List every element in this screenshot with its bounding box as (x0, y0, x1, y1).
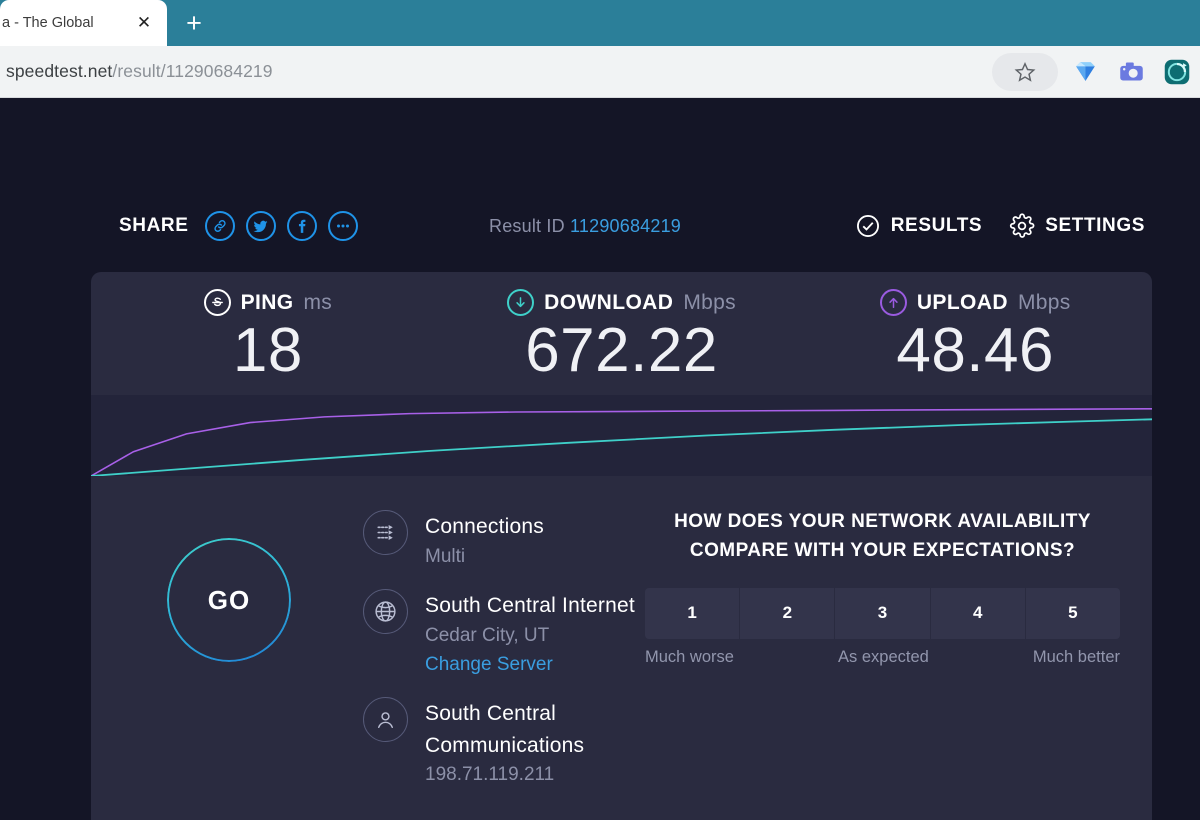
camera-icon[interactable] (1108, 46, 1154, 98)
download-series-line (91, 419, 1152, 476)
results-label: RESULTS (891, 215, 982, 237)
metric-unit: ms (304, 291, 333, 315)
metric-unit: Mbps (683, 291, 736, 315)
url-path: /result/11290684219 (112, 61, 272, 82)
metric-unit: Mbps (1018, 291, 1071, 315)
result-id-label: Result ID (489, 216, 565, 236)
change-server-link[interactable]: Change Server (425, 650, 635, 679)
result-id-value[interactable]: 11290684219 (570, 216, 681, 236)
rating-label-low: Much worse (645, 648, 734, 667)
result-topbar: SHARE (0, 198, 1200, 254)
server-location: Cedar City, UT (425, 622, 635, 651)
rating-label-high: Much better (1033, 648, 1120, 667)
isp-name-line2: Communications (425, 730, 584, 762)
server-row: South Central Internet Cedar City, UT Ch… (363, 589, 635, 679)
result-card: PING ms 18 DOWNLOAD Mbps 672.22 (91, 272, 1152, 820)
ping-icon (204, 289, 231, 316)
rating-labels: Much worse As expected Much better (645, 648, 1120, 667)
gear-icon (1009, 213, 1035, 239)
rating-button-2[interactable]: 2 (740, 588, 835, 639)
share-group: SHARE (119, 211, 358, 241)
address-bar[interactable]: speedtest.net/result/11290684219 (0, 46, 992, 98)
left-column: GO Connections (91, 476, 635, 820)
facebook-icon[interactable] (287, 211, 317, 241)
settings-button[interactable]: SETTINGS (1009, 213, 1145, 239)
metric-name: PING (241, 291, 294, 315)
browser-toolbar: speedtest.net/result/11290684219 (0, 46, 1200, 98)
metric-name: DOWNLOAD (544, 291, 673, 315)
connection-info: Connections Multi (363, 508, 635, 820)
connections-title: Connections (425, 511, 544, 543)
twitter-icon[interactable] (246, 211, 276, 241)
settings-label: SETTINGS (1045, 215, 1145, 237)
close-icon[interactable]: ✕ (131, 10, 157, 36)
bookmark-button[interactable] (992, 53, 1058, 91)
survey-question-line2: COMPARE WITH YOUR EXPECTATIONS? (645, 536, 1120, 565)
metric-download: DOWNLOAD Mbps 672.22 (445, 289, 799, 395)
rating-button-3[interactable]: 3 (835, 588, 930, 639)
connections-value: Multi (425, 543, 544, 572)
results-button[interactable]: RESULTS (855, 213, 982, 239)
metric-value: 672.22 (445, 318, 799, 383)
connections-row: Connections Multi (363, 510, 635, 571)
share-label: SHARE (119, 215, 189, 237)
survey-question: HOW DOES YOUR NETWORK AVAILABILITY COMPA… (645, 507, 1120, 566)
server-name: South Central Internet (425, 590, 635, 622)
url-host: speedtest.net (6, 61, 112, 82)
card-body: GO Connections (91, 476, 1152, 820)
metric-value: 48.46 (798, 318, 1152, 383)
survey-question-line1: HOW DOES YOUR NETWORK AVAILABILITY (645, 507, 1120, 536)
download-arrow-icon (507, 289, 534, 316)
rating-button-1[interactable]: 1 (645, 588, 740, 639)
metric-value: 18 (91, 318, 445, 383)
check-circle-icon (855, 213, 881, 239)
person-icon (363, 697, 408, 742)
go-button-label: GO (208, 585, 250, 616)
connections-arrows-icon (363, 510, 408, 555)
sync-circle-icon[interactable] (1154, 46, 1200, 98)
upload-series-line (91, 409, 1152, 476)
speed-graph (91, 395, 1152, 476)
speed-graph-svg (91, 395, 1152, 476)
rating-button-5[interactable]: 5 (1026, 588, 1120, 639)
tab-title: a - The Global (0, 15, 131, 31)
result-id: Result ID 11290684219 (489, 216, 681, 237)
metric-upload: UPLOAD Mbps 48.46 (798, 289, 1152, 395)
go-button-wrap: GO (95, 508, 363, 820)
metric-ping: PING ms 18 (91, 289, 445, 395)
rating-button-4[interactable]: 4 (931, 588, 1026, 639)
speedtest-page: SHARE (0, 98, 1200, 820)
ellipsis-icon[interactable] (328, 211, 358, 241)
browser-tab[interactable]: a - The Global ✕ (0, 0, 167, 46)
globe-icon (363, 589, 408, 634)
gem-icon[interactable] (1062, 46, 1108, 98)
go-button[interactable]: GO (167, 538, 291, 662)
link-icon[interactable] (205, 211, 235, 241)
ip-address: 198.71.119.211 (425, 761, 584, 790)
upload-arrow-icon (880, 289, 907, 316)
star-icon (1014, 61, 1036, 83)
plus-icon[interactable]: + (167, 0, 221, 46)
isp-name-line1: South Central (425, 698, 584, 730)
browser-tabstrip: a - The Global ✕ + (0, 0, 1200, 46)
survey-panel: HOW DOES YOUR NETWORK AVAILABILITY COMPA… (635, 476, 1152, 820)
rating-label-mid: As expected (838, 648, 929, 667)
metrics-row: PING ms 18 DOWNLOAD Mbps 672.22 (91, 272, 1152, 395)
metric-name: UPLOAD (917, 291, 1008, 315)
nav-group: RESULTS SETTINGS (855, 213, 1145, 239)
isp-row: South Central Communications 198.71.119.… (363, 697, 635, 790)
rating-group: 1 2 3 4 5 (645, 588, 1120, 639)
